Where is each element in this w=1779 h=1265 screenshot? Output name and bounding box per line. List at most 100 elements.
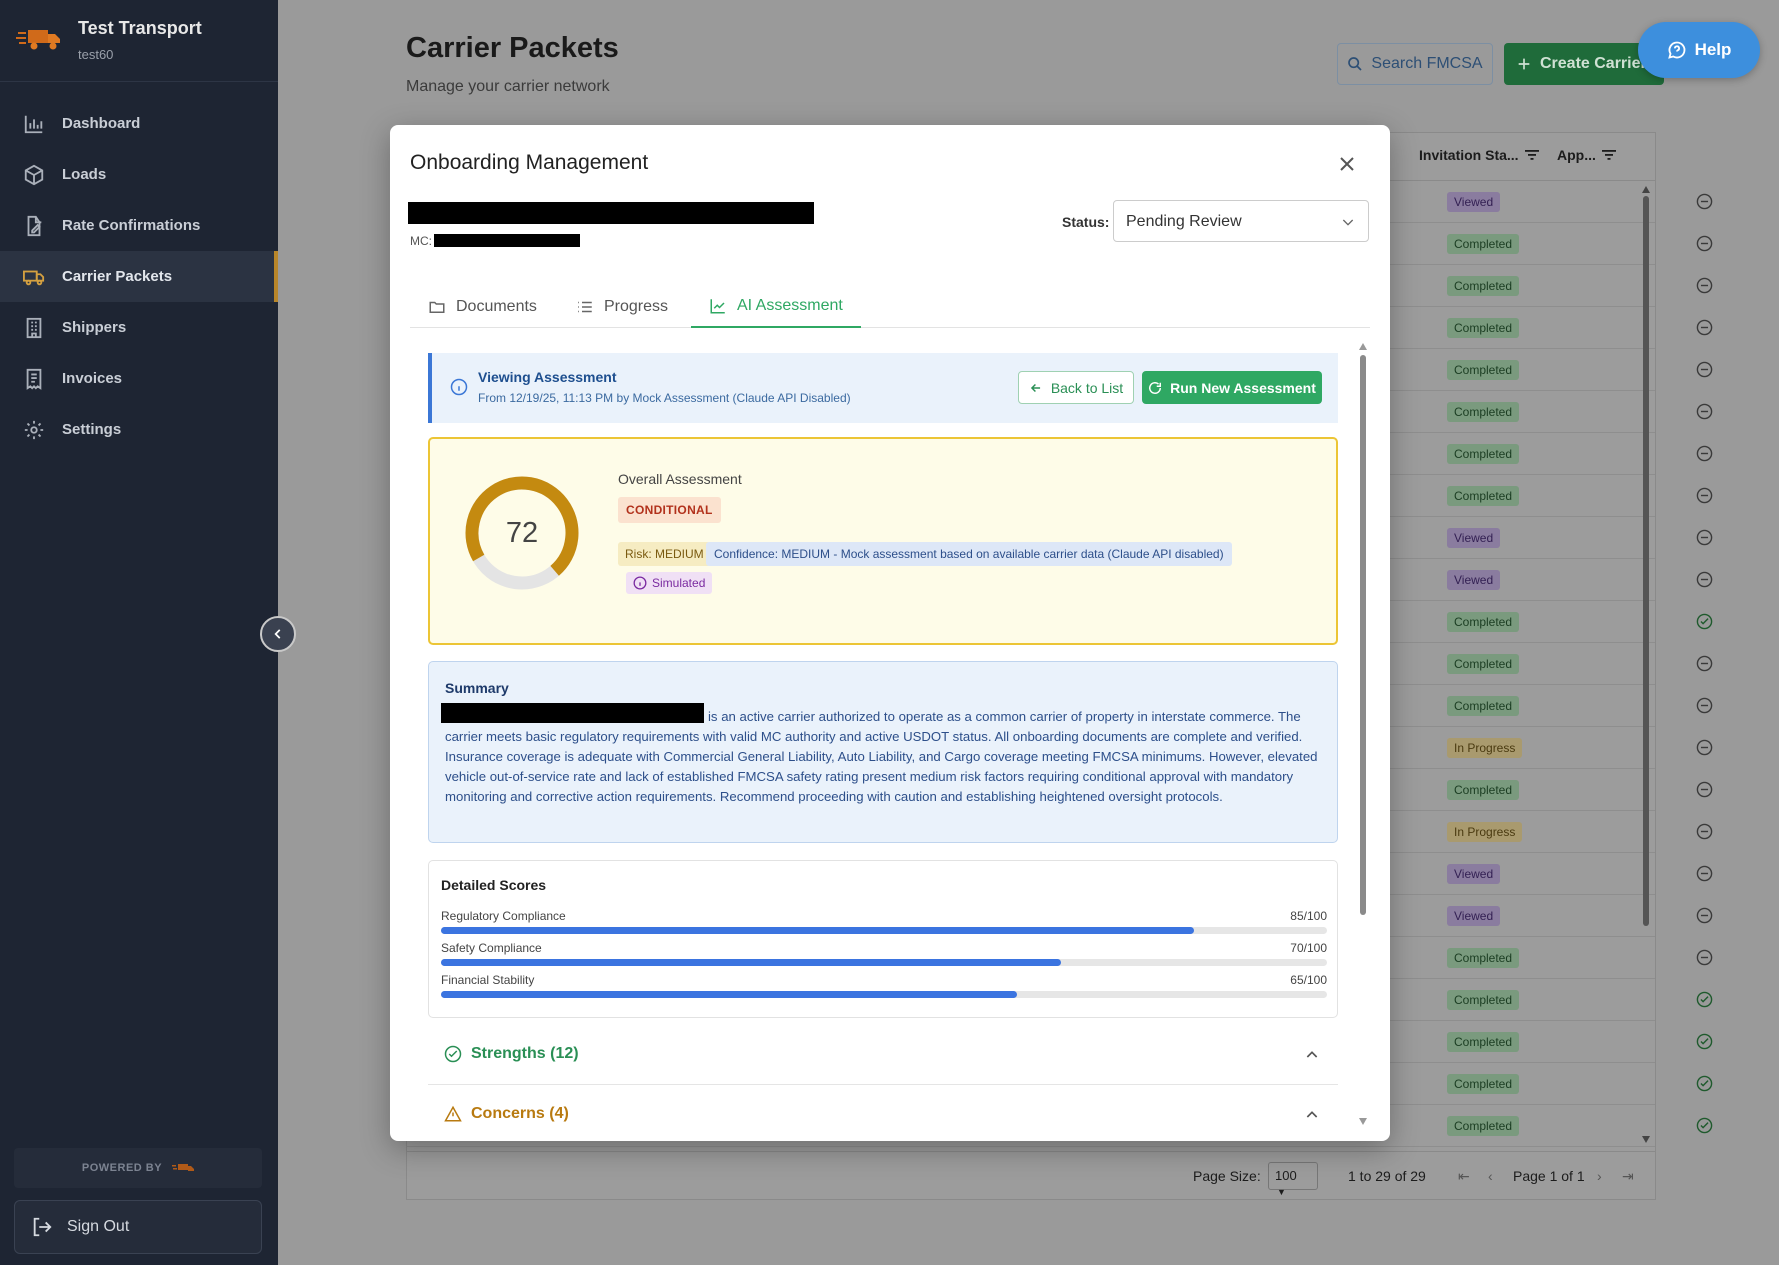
minus-circle-icon[interactable] (1695, 276, 1713, 294)
check-circle-icon[interactable] (1695, 990, 1713, 1008)
minus-circle-icon[interactable] (1695, 696, 1713, 714)
gear-icon (22, 418, 46, 442)
risk-badge: Risk: MEDIUM (618, 542, 711, 566)
receipt-icon (22, 367, 46, 391)
sidebar-item-carrier-packets[interactable]: Carrier Packets (0, 251, 278, 302)
minus-circle-icon[interactable] (1695, 444, 1713, 462)
chat-bubble-icon (1667, 41, 1685, 59)
minus-circle-icon[interactable] (1695, 318, 1713, 336)
chevron-up-icon[interactable] (1304, 1107, 1320, 1123)
collapse-sidebar-button[interactable] (260, 616, 296, 652)
first-page-icon[interactable]: ⇤ (1458, 1168, 1470, 1185)
box-icon (22, 163, 46, 187)
invitation-status-badge: Completed (1447, 444, 1520, 464)
tab-documents[interactable]: Documents (410, 285, 555, 328)
info-icon (450, 378, 468, 396)
page-size-select[interactable]: 100 ▼ (1268, 1162, 1318, 1197)
score-value: 85/100 (1290, 909, 1327, 923)
score-fill (441, 991, 1017, 998)
back-to-list-button[interactable]: Back to List (1018, 371, 1134, 404)
next-page-icon[interactable]: › (1597, 1168, 1602, 1184)
banner-subtitle: From 12/19/25, 11:13 PM by Mock Assessme… (478, 391, 851, 405)
concerns-header: Concerns (4) (444, 1105, 569, 1123)
sidebar-item-dashboard[interactable]: Dashboard (0, 98, 278, 149)
minus-circle-icon[interactable] (1695, 822, 1713, 840)
sidebar-item-rate-confirmations[interactable]: Rate Confirmations (0, 200, 278, 251)
sidebar-item-settings[interactable]: Settings (0, 404, 278, 455)
brand-subtitle: test60 (78, 47, 114, 62)
invitation-status-badge: Viewed (1447, 528, 1501, 548)
modal-scrollbar[interactable] (1358, 341, 1368, 1127)
help-button[interactable]: Help (1638, 22, 1760, 78)
strengths-header: Strengths (12) (444, 1045, 579, 1063)
score-track (441, 927, 1327, 934)
minus-circle-icon[interactable] (1695, 192, 1713, 210)
summary-text: is an active carrier authorized to opera… (445, 709, 1318, 804)
minus-circle-icon[interactable] (1695, 864, 1713, 882)
prev-page-icon[interactable]: ‹ (1488, 1168, 1493, 1184)
invitation-status-badge: Completed (1447, 1074, 1520, 1094)
chevron-up-icon[interactable] (1304, 1047, 1320, 1063)
minus-circle-icon[interactable] (1695, 738, 1713, 756)
search-fmcsa-button[interactable]: Search FMCSA (1337, 43, 1493, 85)
check-circle-icon[interactable] (1695, 1116, 1713, 1134)
invitation-status-badge: In Progress (1447, 738, 1523, 758)
column-invitation-status[interactable]: Invitation Sta... (1419, 147, 1539, 163)
powered-logo-icon (172, 1164, 195, 1171)
minus-circle-icon[interactable] (1695, 360, 1713, 378)
filter-icon[interactable] (1601, 149, 1616, 161)
filter-icon[interactable] (1524, 149, 1539, 161)
sidebar-item-invoices[interactable]: Invoices (0, 353, 278, 404)
invitation-status-badge: Completed (1447, 948, 1520, 968)
minus-circle-icon[interactable] (1695, 906, 1713, 924)
check-circle-icon[interactable] (1695, 612, 1713, 630)
close-button[interactable] (1336, 153, 1358, 175)
tab-ai-assessment[interactable]: AI Assessment (691, 285, 861, 328)
sign-out-button[interactable]: Sign Out (14, 1200, 262, 1254)
last-page-icon[interactable]: ⇥ (1622, 1168, 1634, 1185)
row-range: 1 to 29 of 29 (1348, 1168, 1426, 1184)
minus-circle-icon[interactable] (1695, 948, 1713, 966)
concerns-accordion[interactable]: Concerns (4) (428, 1085, 1338, 1128)
onboarding-modal: Onboarding Management MC: Status: Pendin… (390, 125, 1390, 1141)
brand: Test Transport test60 (0, 0, 278, 82)
minus-circle-icon[interactable] (1695, 486, 1713, 504)
check-circle-icon[interactable] (1695, 1032, 1713, 1050)
invitation-status-badge: Viewed (1447, 864, 1501, 884)
invitation-status-badge: Completed (1447, 780, 1520, 800)
sidebar-item-loads[interactable]: Loads (0, 149, 278, 200)
minus-circle-icon[interactable] (1695, 780, 1713, 798)
chevron-left-icon (274, 629, 281, 639)
strengths-accordion[interactable]: Strengths (12) (428, 1025, 1338, 1085)
sidebar: Test Transport test60 Dashboard Loads Ra… (0, 0, 278, 1265)
minus-circle-icon[interactable] (1695, 402, 1713, 420)
tab-progress[interactable]: Progress (558, 285, 686, 328)
search-icon (1348, 57, 1363, 71)
minus-circle-icon[interactable] (1695, 528, 1713, 546)
minus-circle-icon[interactable] (1695, 570, 1713, 588)
simulated-label: Simulated (652, 576, 706, 590)
modal-title: Onboarding Management (410, 151, 649, 174)
invitation-status-badge: Completed (1447, 612, 1520, 632)
summary-card: Summary is an active carrier authorized … (428, 661, 1338, 843)
minus-circle-icon[interactable] (1695, 654, 1713, 672)
caret-down-icon: ▼ (1277, 1187, 1286, 1197)
overall-score: 72 (505, 516, 539, 549)
column-approval[interactable]: App... (1557, 147, 1616, 163)
logout-icon (31, 1216, 53, 1238)
overall-label: Overall Assessment (618, 471, 742, 487)
score-value: 65/100 (1290, 973, 1327, 987)
grid-scrollbar[interactable] (1639, 181, 1653, 1151)
invitation-status-badge: In Progress (1447, 822, 1523, 842)
minus-circle-icon[interactable] (1695, 234, 1713, 252)
chevron-down-icon (1342, 219, 1354, 226)
folder-icon (429, 301, 445, 313)
decision-badge: CONDITIONAL (618, 497, 721, 523)
run-new-assessment-button[interactable]: Run New Assessment (1142, 371, 1322, 404)
check-circle-icon[interactable] (1695, 1074, 1713, 1092)
score-row-financial: Financial Stability 65/100 (441, 973, 1327, 1003)
status-select[interactable]: Pending Review (1113, 200, 1369, 242)
assessment-panel[interactable]: Viewing Assessment From 12/19/25, 11:13 … (408, 343, 1370, 1128)
sidebar-item-shippers[interactable]: Shippers (0, 302, 278, 353)
invitation-status-badge: Completed (1447, 234, 1520, 254)
